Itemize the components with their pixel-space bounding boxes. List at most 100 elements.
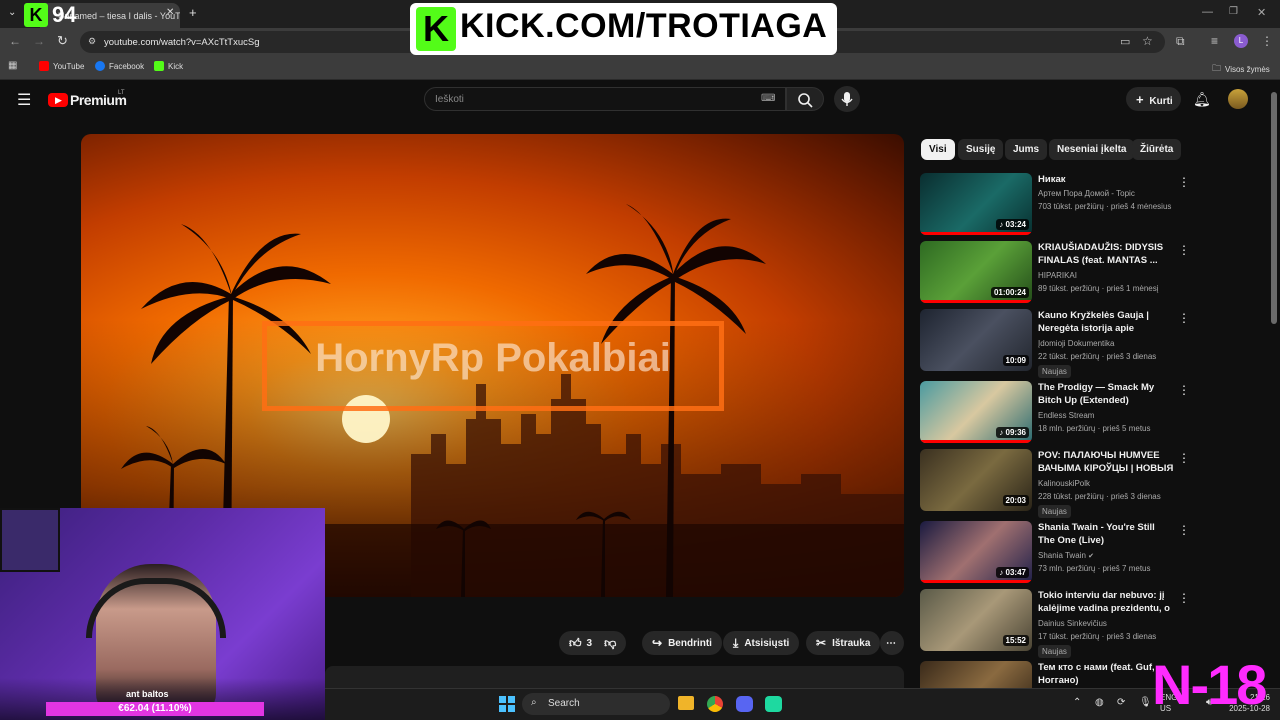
window-close-icon[interactable]: ✕ xyxy=(1257,6,1266,19)
kebab-menu-icon[interactable]: ⋮ xyxy=(1178,451,1190,465)
recommendation-item[interactable]: 01:00:24 KRIAUŠIADAUŽIS: DIDYSIS FINALAS… xyxy=(920,241,1270,303)
search-input[interactable]: Ieškoti xyxy=(424,87,786,111)
app-icon[interactable] xyxy=(765,696,782,712)
video-title[interactable]: Tokio interviu dar nebuvo: jį kalėjime v… xyxy=(1038,589,1174,615)
bookmark-facebook[interactable]: Facebook xyxy=(95,61,144,71)
video-meta: 89 tūkst. peržiūrų · prieš 1 mėnesį xyxy=(1038,284,1159,293)
channel-name[interactable]: Shania Twain ✔ xyxy=(1038,551,1094,560)
chip-watched[interactable]: Žiūrėta xyxy=(1132,139,1182,160)
kebab-menu-icon[interactable]: ⋮ xyxy=(1178,591,1190,605)
channel-name[interactable]: Endless Stream xyxy=(1038,411,1094,420)
recommendation-item[interactable]: ♪ 03:24 Никак Артем Пора Домой - Topic 7… xyxy=(920,173,1270,235)
youtube-logo-icon[interactable]: ▶ xyxy=(48,93,68,107)
kebab-menu-icon[interactable]: ⋮ xyxy=(1178,523,1190,537)
url-text[interactable]: youtube.com/watch?v=AXcTtTxucSg xyxy=(104,37,260,48)
other-bookmarks[interactable]: 🗀 Visos žymės xyxy=(1212,61,1270,77)
forward-icon[interactable]: → xyxy=(33,34,45,48)
site-info-icon[interactable]: ⚙ xyxy=(88,36,96,47)
search-placeholder: Ieškoti xyxy=(435,94,464,105)
youtube-favicon-icon xyxy=(39,61,49,71)
discord-icon[interactable] xyxy=(736,696,753,712)
keyboard-icon[interactable]: ⌨ xyxy=(761,93,775,104)
video-thumbnail[interactable]: ♪ 03:47 xyxy=(920,521,1032,583)
media-control-icon[interactable]: ≡ xyxy=(1211,34,1218,48)
channel-name[interactable]: KalinouskiPolk xyxy=(1038,479,1090,488)
bookmark-star-icon[interactable]: ☆ xyxy=(1142,34,1153,48)
chip-related[interactable]: Susiję xyxy=(958,139,1004,160)
chrome-icon[interactable] xyxy=(707,696,723,712)
download-button[interactable]: ⤓ Atsisiųsti xyxy=(723,631,800,655)
region-code: LT xyxy=(118,90,125,96)
microphone-tray-icon[interactable]: 🎙︎ xyxy=(1139,697,1152,708)
extensions-icon[interactable]: ⧉ xyxy=(1176,34,1185,49)
search-icon xyxy=(798,93,813,108)
profile-avatar[interactable]: L xyxy=(1234,34,1248,48)
video-title[interactable]: Никак xyxy=(1038,173,1174,186)
notifications-bell-icon[interactable]: 🔔︎ xyxy=(1193,91,1211,108)
cast-icon[interactable]: ▭ xyxy=(1120,35,1130,48)
tab-close-icon[interactable]: ✕ xyxy=(166,7,174,18)
video-thumbnail[interactable] xyxy=(920,661,1032,688)
file-explorer-icon[interactable] xyxy=(678,696,694,710)
video-title[interactable]: The Prodigy — Smack My Bitch Up (Extende… xyxy=(1038,381,1174,407)
watch-progress-bar xyxy=(920,580,1032,583)
kebab-menu-icon[interactable]: ⋮ xyxy=(1178,243,1190,257)
network-icon[interactable]: ◍ xyxy=(1095,697,1104,708)
video-thumbnail[interactable]: ♪ 03:24 xyxy=(920,173,1032,235)
description-box[interactable] xyxy=(325,666,904,688)
voice-search-button[interactable] xyxy=(834,86,860,112)
chip-for-you[interactable]: Jums xyxy=(1005,139,1048,160)
minimize-icon[interactable]: — xyxy=(1202,6,1213,18)
taskbar-search[interactable]: ⌕ Search xyxy=(522,693,670,715)
reload-icon[interactable]: ↻ xyxy=(57,33,68,49)
page-scrollbar[interactable] xyxy=(1271,92,1277,324)
kebab-menu-icon[interactable]: ⋮ xyxy=(1178,311,1190,325)
video-title[interactable]: Kauno Kryžkelės Gauja | Neregėta istorij… xyxy=(1038,309,1174,335)
video-title[interactable]: POV: ПАЛАЮЧЫ HUMVEE ВАЧЫМА КІРОЎЦЫ | НОВ… xyxy=(1038,449,1174,475)
maximize-icon[interactable]: ❐ xyxy=(1229,6,1238,17)
youtube-account-avatar[interactable] xyxy=(1228,89,1248,109)
video-thumbnail[interactable]: ♪ 09:36 xyxy=(920,381,1032,443)
video-title[interactable]: KRIAUŠIADAUŽIS: DIDYSIS FINALAS (feat. M… xyxy=(1038,241,1174,267)
clip-button[interactable]: ✂ Ištrauka xyxy=(806,631,881,655)
channel-name[interactable]: Артем Пора Домой - Topic xyxy=(1038,189,1135,198)
recommendation-item[interactable]: ♪ 09:36 The Prodigy — Smack My Bitch Up … xyxy=(920,381,1270,443)
video-thumbnail[interactable]: 20:03 xyxy=(920,449,1032,511)
recommendation-item[interactable]: 10:09 Kauno Kryžkelės Gauja | Neregėta i… xyxy=(920,309,1270,378)
kebab-menu-icon[interactable]: ⋮ xyxy=(1178,175,1190,189)
back-icon[interactable]: ← xyxy=(9,34,21,48)
sync-icon[interactable]: ⟳ xyxy=(1117,697,1125,708)
video-thumbnail[interactable]: 01:00:24 xyxy=(920,241,1032,303)
windows-start-icon[interactable] xyxy=(499,696,515,712)
like-button[interactable]: 👍︎ 3 xyxy=(569,636,592,651)
bookmark-kick[interactable]: Kick xyxy=(154,61,183,71)
video-thumbnail[interactable]: 15:52 xyxy=(920,589,1032,651)
new-tab-icon[interactable]: + xyxy=(189,5,197,20)
tab-list-chevron-icon[interactable]: ⌄ xyxy=(8,7,16,18)
channel-name[interactable]: Dainius Sinkevičius xyxy=(1038,619,1107,628)
channel-name[interactable]: HIPARIKAI xyxy=(1038,271,1077,280)
share-button[interactable]: ↪ Bendrinti xyxy=(642,631,722,655)
chip-all[interactable]: Visi xyxy=(921,139,955,160)
dislike-button[interactable]: 👎︎ xyxy=(604,636,616,651)
video-title[interactable]: Shania Twain - You're Still The One (Liv… xyxy=(1038,521,1174,547)
recommendation-item[interactable]: 20:03 POV: ПАЛАЮЧЫ HUMVEE ВАЧЫМА КІРОЎЦЫ… xyxy=(920,449,1270,518)
tray-overflow-icon[interactable]: ⌃ xyxy=(1073,697,1081,708)
more-actions-button[interactable]: ⋯ xyxy=(880,631,904,655)
verified-badge-icon: ✔ xyxy=(1088,553,1094,560)
channel-name[interactable]: Įdomioji Dokumentika xyxy=(1038,339,1114,348)
browser-menu-icon[interactable]: ⋮ xyxy=(1261,34,1273,48)
share-label: Bendrinti xyxy=(668,637,712,649)
chip-recently-uploaded[interactable]: Neseniai įkelta xyxy=(1049,139,1135,160)
kick-channel-url: KICK.COM/TROTIAGA xyxy=(460,7,828,45)
search-button[interactable] xyxy=(786,87,824,111)
apps-grid-icon[interactable]: ▦ xyxy=(8,60,17,71)
wall-frame xyxy=(0,508,60,572)
kebab-menu-icon[interactable]: ⋮ xyxy=(1178,383,1190,397)
bookmark-youtube[interactable]: YouTube xyxy=(39,61,84,71)
recommendation-item[interactable]: 15:52 Tokio interviu dar nebuvo: jį kalė… xyxy=(920,589,1270,658)
hamburger-menu-icon[interactable]: ☰ xyxy=(17,90,31,110)
create-button[interactable]: + Kurti xyxy=(1126,87,1181,111)
recommendation-item[interactable]: ♪ 03:47 Shania Twain - You're Still The … xyxy=(920,521,1270,583)
video-thumbnail[interactable]: 10:09 xyxy=(920,309,1032,371)
